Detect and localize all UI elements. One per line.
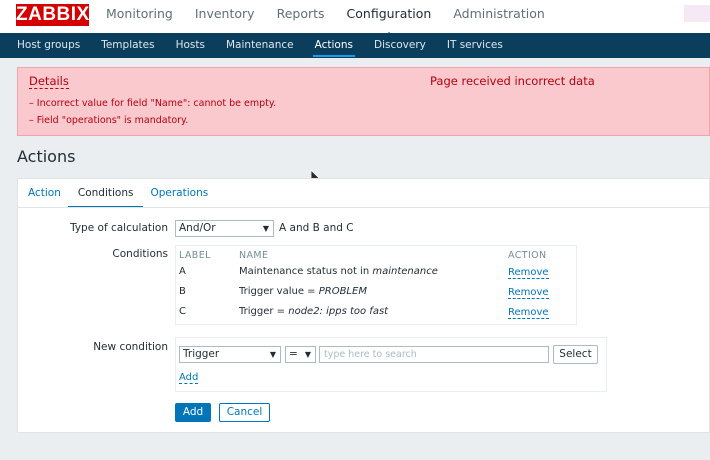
form-tabs: Action Conditions Operations — [18, 179, 225, 208]
main-nav: Monitoring Inventory Reports Configurati… — [106, 0, 567, 38]
condition-type-value: Trigger — [183, 348, 220, 360]
remove-condition-link[interactable]: Remove — [508, 307, 549, 319]
column-header-name: NAME — [239, 250, 269, 261]
error-message: – Field "operations" is mandatory. — [29, 115, 189, 126]
tab-conditions[interactable]: Conditions — [67, 179, 143, 208]
condition-label: B — [179, 286, 186, 297]
subnav-maintenance[interactable]: Maintenance — [226, 33, 294, 58]
nav-configuration[interactable]: Configuration — [347, 0, 431, 38]
add-button[interactable]: Add — [175, 403, 211, 422]
nav-inventory[interactable]: Inventory — [195, 0, 255, 33]
remove-condition-link[interactable]: Remove — [508, 267, 549, 279]
calc-formula: A and B and C — [279, 222, 354, 234]
new-condition-label: New condition — [93, 341, 168, 353]
cancel-button[interactable]: Cancel — [219, 403, 270, 422]
top-header: ZABBIX Monitoring Inventory Reports Conf… — [0, 0, 710, 38]
select-button[interactable]: Select — [553, 345, 598, 364]
subnav-it-services[interactable]: IT services — [447, 33, 503, 58]
dropdown-arrow-icon: ▼ — [269, 350, 276, 359]
subnav-discovery[interactable]: Discovery — [374, 33, 426, 58]
error-details-toggle[interactable]: Details — [29, 74, 69, 89]
subnav-actions[interactable]: Actions — [312, 33, 356, 58]
subnav-templates[interactable]: Templates — [101, 33, 154, 58]
column-header-action: ACTION — [508, 250, 547, 261]
remove-condition-link[interactable]: Remove — [508, 287, 549, 299]
calc-type-value: And/Or — [179, 222, 216, 234]
add-condition-link[interactable]: Add — [179, 372, 199, 384]
sub-nav: Host groups Templates Hosts Maintenance … — [0, 33, 710, 58]
error-title: Page received incorrect data — [430, 74, 595, 88]
zabbix-logo[interactable]: ZABBIX — [16, 4, 89, 26]
trigger-search-input[interactable]: type here to search — [319, 346, 549, 363]
condition-label: C — [179, 306, 186, 317]
tab-divider — [18, 207, 709, 208]
dropdown-arrow-icon: ▼ — [304, 350, 311, 359]
condition-name: Trigger = node2: ipps too fast — [239, 306, 389, 317]
condition-operator-select[interactable]: = ▼ — [285, 346, 316, 363]
subnav-hosts[interactable]: Hosts — [176, 33, 205, 58]
nav-reports[interactable]: Reports — [277, 0, 325, 33]
condition-type-select[interactable]: Trigger ▼ — [179, 346, 281, 363]
calc-type-label: Type of calculation — [70, 222, 168, 234]
condition-operator-value: = — [289, 348, 298, 360]
error-message-box: Details Page received incorrect data – I… — [17, 67, 710, 136]
header-search-box[interactable] — [684, 5, 710, 22]
error-message: – Incorrect value for field "Name": cann… — [29, 98, 277, 109]
page-title: Actions — [17, 147, 76, 166]
condition-name: Maintenance status not in maintenance — [239, 266, 438, 277]
conditions-label: Conditions — [112, 248, 168, 260]
condition-name: Trigger value = PROBLEM — [239, 286, 367, 297]
tab-action[interactable]: Action — [28, 179, 61, 207]
nav-monitoring[interactable]: Monitoring — [106, 0, 173, 33]
dropdown-arrow-icon: ▼ — [262, 224, 269, 233]
calc-type-select[interactable]: And/Or ▼ — [175, 220, 274, 237]
subnav-host-groups[interactable]: Host groups — [17, 33, 80, 58]
condition-label: A — [179, 266, 186, 277]
nav-administration[interactable]: Administration — [453, 0, 544, 33]
column-header-label: LABEL — [179, 250, 211, 261]
tab-operations[interactable]: Operations — [150, 179, 208, 207]
